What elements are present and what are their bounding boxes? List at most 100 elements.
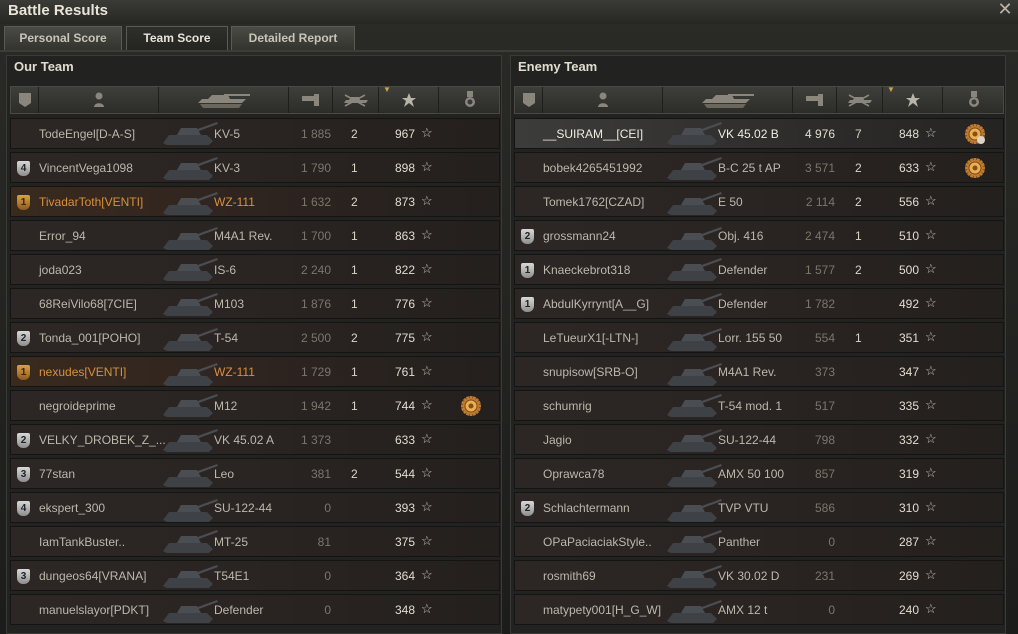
rank-badge-icon: 2 bbox=[17, 433, 30, 448]
player-row[interactable]: IamTankBuster.. MT-25 81 375 ☆ bbox=[10, 526, 500, 557]
player-row[interactable]: bobek4265451992 B-C 25 t AP 3 571 2 633 ☆ bbox=[514, 152, 1004, 183]
ace-medal-icon[interactable] bbox=[964, 123, 986, 145]
tank-silhouette-icon bbox=[163, 530, 218, 553]
player-name: rosmith69 bbox=[543, 569, 596, 583]
score-value: 348 bbox=[395, 603, 416, 617]
tank-icon bbox=[698, 91, 758, 109]
player-row[interactable]: Jagio SU-122-44 798 332 ☆ bbox=[514, 424, 1004, 455]
player-name: VELKY_DROBEK_Z_... bbox=[39, 433, 166, 447]
player-row[interactable]: matypety001[H_G_W] AMX 12 t 0 240 ☆ bbox=[514, 594, 1004, 625]
player-row[interactable]: joda023 IS-6 2 240 1 822 ☆ bbox=[10, 254, 500, 285]
xp-value: 1 790 bbox=[300, 161, 331, 175]
score-value: 633 bbox=[899, 161, 920, 175]
player-name: Knaeckebrot318 bbox=[543, 263, 631, 277]
score-value: 776 bbox=[395, 297, 416, 311]
xp-value: 517 bbox=[814, 399, 835, 413]
player-name: Tonda_001[POHO] bbox=[39, 331, 141, 345]
ace-medal-icon[interactable] bbox=[460, 395, 482, 417]
kills-column-header[interactable] bbox=[837, 87, 883, 113]
player-row[interactable]: 1 TivadarToth[VENTI] WZ-111 1 632 2 873 ☆ bbox=[10, 186, 500, 217]
player-row[interactable]: Tomek1762[CZAD] E 50 2 114 2 556 ☆ bbox=[514, 186, 1004, 217]
score-star-icon bbox=[905, 92, 921, 108]
score-star-icon: ☆ bbox=[925, 601, 937, 616]
player-row[interactable]: Error_94 M4A1 Rev. 1 700 1 863 ☆ bbox=[10, 220, 500, 251]
player-row[interactable]: snupisow[SRB-O] M4A1 Rev. 373 347 ☆ bbox=[514, 356, 1004, 387]
tank-name: Defender bbox=[214, 603, 264, 617]
player-name: schumrig bbox=[543, 399, 592, 413]
tank-name: Defender bbox=[718, 297, 768, 311]
xp-column-header[interactable] bbox=[793, 87, 837, 113]
enemy-team-title: Enemy Team bbox=[518, 59, 598, 74]
player-row[interactable]: manuelslayor[PDKT] Defender 0 348 ☆ bbox=[10, 594, 500, 625]
player-row[interactable]: 3 77stan Leo 381 2 544 ☆ bbox=[10, 458, 500, 489]
close-icon[interactable]: ✕ bbox=[996, 0, 1014, 18]
score-star-column-header[interactable]: ▼ bbox=[379, 85, 439, 113]
xp-column-header[interactable] bbox=[289, 87, 333, 113]
ace-medal-icon[interactable] bbox=[964, 157, 986, 179]
kills-value: 2 bbox=[351, 467, 358, 481]
xp-value: 1 885 bbox=[300, 127, 331, 141]
player-row[interactable]: 4 ekspert_300 SU-122-44 0 393 ☆ bbox=[10, 492, 500, 523]
player-row[interactable]: 3 dungeos64[VRANA] T54E1 0 364 ☆ bbox=[10, 560, 500, 591]
kills-column-header[interactable] bbox=[333, 87, 379, 113]
score-star-column-header[interactable]: ▼ bbox=[883, 85, 943, 113]
tank-column-header[interactable] bbox=[663, 87, 793, 113]
player-row[interactable]: 1 Knaeckebrot318 Defender 1 577 2 500 ☆ bbox=[514, 254, 1004, 285]
rank-column-header[interactable] bbox=[515, 87, 543, 113]
tank-silhouette-icon bbox=[667, 227, 722, 250]
tank-name: IS-6 bbox=[214, 263, 237, 277]
player-column-header[interactable] bbox=[543, 87, 663, 113]
player-row[interactable]: schumrig T-54 mod. 1 517 335 ☆ bbox=[514, 390, 1004, 421]
rank-column-header[interactable] bbox=[11, 87, 39, 113]
player-row[interactable]: 1 AbdulKyrrynt[A__G] Defender 1 782 492 ☆ bbox=[514, 288, 1004, 319]
player-row[interactable]: TodeEngel[D-A-S] KV-5 1 885 2 967 ☆ bbox=[10, 118, 500, 149]
tank-name: TVP VTU bbox=[718, 501, 769, 515]
sort-indicator-icon: ▼ bbox=[383, 85, 391, 94]
player-row[interactable]: OPaPaciaciakStyle.. Panther 0 287 ☆ bbox=[514, 526, 1004, 557]
tank-column-header[interactable] bbox=[159, 87, 289, 113]
player-column-header[interactable] bbox=[39, 87, 159, 113]
tank-silhouette-icon bbox=[667, 499, 722, 522]
player-row[interactable]: negroideprime M12 1 942 1 744 ☆ bbox=[10, 390, 500, 421]
player-row[interactable]: 1 nexudes[VENTI] WZ-111 1 729 1 761 ☆ bbox=[10, 356, 500, 387]
player-name: dungeos64[VRANA] bbox=[39, 569, 147, 583]
tab-detailed-report[interactable]: Detailed Report bbox=[231, 26, 355, 50]
score-value: 240 bbox=[899, 603, 920, 617]
tab-team-score[interactable]: Team Score bbox=[126, 26, 228, 50]
tank-silhouette-icon bbox=[163, 499, 218, 522]
player-row[interactable]: 2 Tonda_001[POHO] T-54 2 500 2 775 ☆ bbox=[10, 322, 500, 353]
player-row[interactable]: rosmith69 VK 30.02 D 231 269 ☆ bbox=[514, 560, 1004, 591]
tab-personal-score[interactable]: Personal Score bbox=[4, 26, 122, 50]
rank-badge-icon: 3 bbox=[17, 569, 30, 584]
player-row[interactable]: 2 grossmann24 Obj. 416 2 474 1 510 ☆ bbox=[514, 220, 1004, 251]
tank-name: WZ-111 bbox=[214, 195, 255, 209]
score-value: 761 bbox=[395, 365, 416, 379]
player-row[interactable]: 2 VELKY_DROBEK_Z_... VK 45.02 A 1 373 633 ☆ bbox=[10, 424, 500, 455]
player-row[interactable]: 68ReiVilo68[7CIE] M103 1 876 1 776 ☆ bbox=[10, 288, 500, 319]
score-star-icon: ☆ bbox=[925, 329, 937, 344]
player-row[interactable]: 4 VincentVega1098 KV-3 1 790 1 898 ☆ bbox=[10, 152, 500, 183]
player-name: manuelslayor[PDKT] bbox=[39, 603, 150, 617]
score-star-icon: ☆ bbox=[421, 159, 433, 174]
rank-badge-icon: 4 bbox=[17, 161, 30, 176]
rank-icon bbox=[522, 92, 536, 108]
player-name: TodeEngel[D-A-S] bbox=[39, 127, 136, 141]
our-team-panel: Our Team ▼ TodeEngel[D-A-S] KV-5 1 885 2 967… bbox=[6, 55, 502, 634]
player-row[interactable]: LeTueurX1[-LTN-] Lorr. 155 50 554 1 351 ☆ bbox=[514, 322, 1004, 353]
score-value: 269 bbox=[899, 569, 920, 583]
player-row[interactable]: Oprawca78 AMX 50 100 857 319 ☆ bbox=[514, 458, 1004, 489]
tank-name: VK 45.02 B bbox=[718, 127, 779, 141]
score-value: 393 bbox=[395, 501, 416, 515]
player-row[interactable]: 2 Schlachtermann TVP VTU 586 310 ☆ bbox=[514, 492, 1004, 523]
rank-badge-icon: 2 bbox=[521, 229, 534, 244]
score-star-icon: ☆ bbox=[925, 431, 937, 446]
tank-silhouette-icon bbox=[667, 293, 722, 316]
tank-silhouette-icon bbox=[667, 565, 722, 588]
medal-column-header[interactable] bbox=[439, 87, 501, 113]
kills-value: 1 bbox=[351, 161, 358, 175]
player-row[interactable]: __SUIRAM__[CEI] VK 45.02 B 4 976 7 848 ☆ bbox=[514, 118, 1004, 149]
player-name: VincentVega1098 bbox=[39, 161, 133, 175]
tank-name: Lorr. 155 50 bbox=[718, 331, 783, 345]
sort-indicator-icon: ▼ bbox=[887, 85, 895, 94]
medal-column-header[interactable] bbox=[943, 87, 1005, 113]
